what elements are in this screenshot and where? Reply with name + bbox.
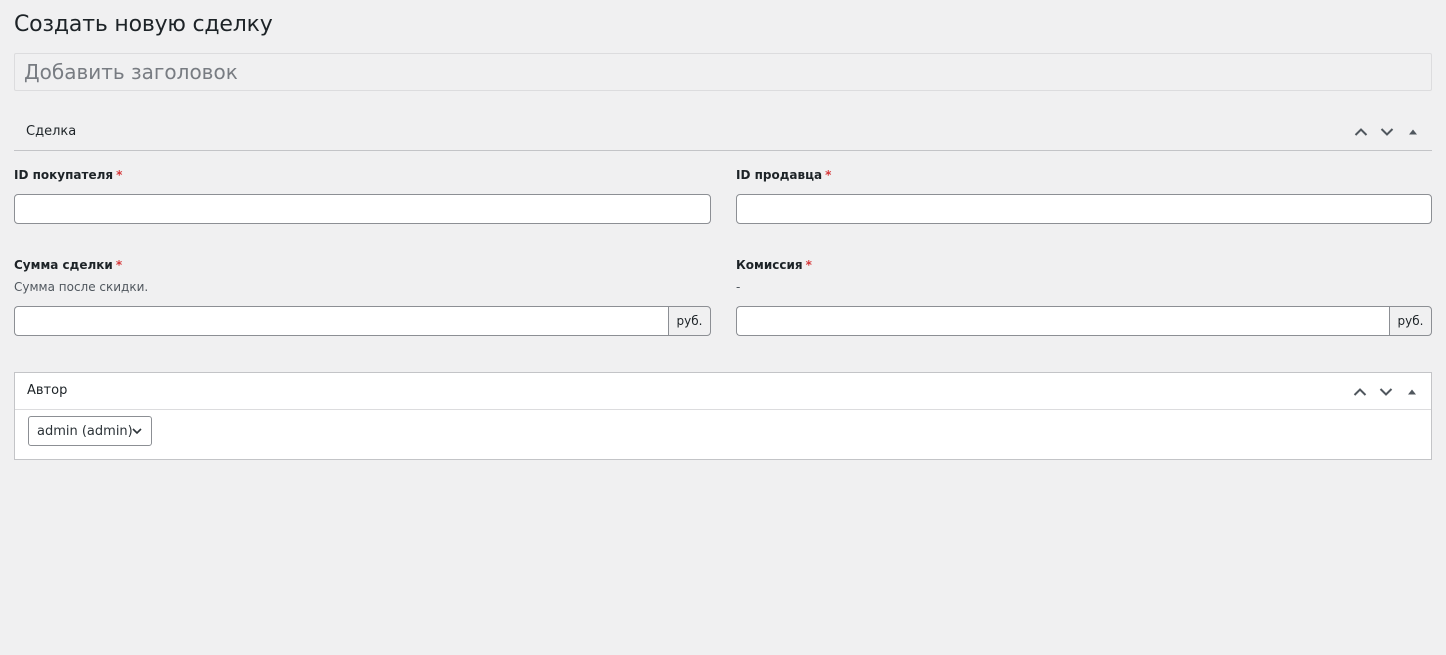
buyer-id-input[interactable] [14, 194, 711, 224]
commission-label: Комиссия * [736, 258, 812, 272]
deal-section-header: Сделка [14, 113, 1432, 151]
amount-field: руб. [14, 306, 711, 336]
chevron-up-icon [1353, 388, 1367, 396]
author-handle-actions [1349, 382, 1423, 402]
move-up-button[interactable] [1349, 382, 1371, 402]
chevron-up-icon [1354, 128, 1368, 136]
chevron-down-icon [1379, 388, 1393, 396]
author-section-header: Автор [15, 373, 1431, 410]
toggle-panel-button[interactable] [1402, 122, 1424, 142]
title-input[interactable] [14, 53, 1432, 91]
author-select-value: admin (admin) [37, 423, 133, 439]
commission-unit: руб. [1389, 306, 1432, 336]
amount-input[interactable] [14, 306, 668, 336]
seller-id-label: ID продавца * [736, 168, 831, 182]
buyer-id-label: ID покупателя * [14, 168, 122, 182]
seller-id-input[interactable] [736, 194, 1432, 224]
required-mark: * [825, 168, 832, 182]
move-up-button[interactable] [1350, 122, 1372, 142]
author-box: Автор admin (admin) [14, 372, 1432, 460]
chevron-down-icon [1380, 128, 1394, 136]
toggle-panel-button[interactable] [1401, 382, 1423, 402]
move-down-button[interactable] [1375, 382, 1397, 402]
commission-description: - [736, 280, 741, 294]
commission-label-text: Комиссия [736, 258, 803, 272]
triangle-up-icon [1409, 129, 1417, 135]
move-down-button[interactable] [1376, 122, 1398, 142]
page-title: Создать новую сделку [14, 12, 273, 37]
triangle-up-icon [1408, 389, 1416, 395]
amount-label-text: Сумма сделки [14, 258, 113, 272]
amount-unit: руб. [668, 306, 711, 336]
commission-field: руб. [736, 306, 1432, 336]
author-section-title: Автор [27, 383, 68, 398]
required-mark: * [116, 168, 123, 182]
required-mark: * [115, 258, 123, 272]
chevron-down-icon [132, 428, 142, 435]
amount-description: Сумма после скидки. [14, 280, 149, 294]
seller-id-label-text: ID продавца [736, 168, 823, 182]
amount-label: Сумма сделки * [14, 258, 122, 272]
buyer-id-label-text: ID покупателя [14, 168, 114, 182]
deal-handle-actions [1350, 122, 1424, 142]
required-mark: * [805, 258, 812, 272]
author-select[interactable]: admin (admin) [28, 416, 152, 446]
deal-section-title: Сделка [26, 124, 77, 139]
commission-input[interactable] [736, 306, 1389, 336]
